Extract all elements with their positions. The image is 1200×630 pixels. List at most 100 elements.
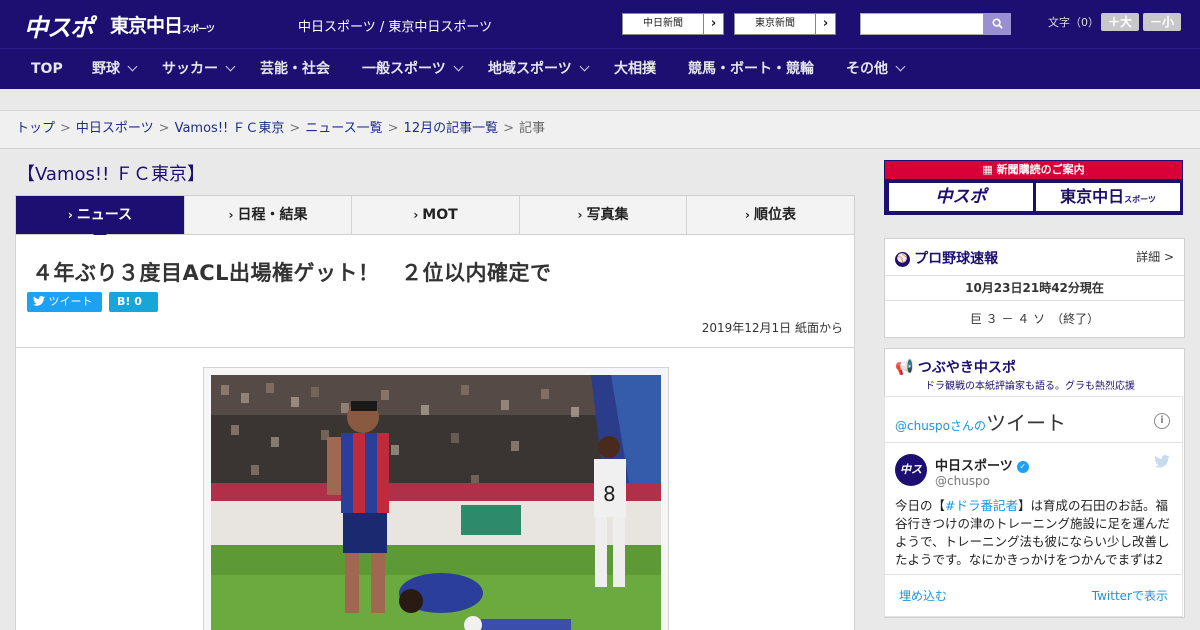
breadcrumb-separator: > [158,121,170,136]
tab-photos[interactable]: › 写真集 [520,196,687,234]
breadcrumb-chunichi-sports[interactable]: 中日スポーツ [76,121,154,136]
avatar[interactable]: 中ス [895,454,927,486]
twitter-timeline: @chuspoさんのツイート i 中ス 中日スポーツ ✓ @chuspo 今日の【… [884,396,1183,617]
breadcrumb-top[interactable]: トップ [16,121,55,136]
timeline-account[interactable]: @chuspo [895,419,950,433]
verified-icon: ✓ [1016,460,1029,473]
subscription-banner-title: ▦ 新聞購読のご案内 [885,161,1182,179]
baseball-game-score[interactable]: 巨 ３ － ４ ソ （終了） [885,310,1184,327]
embed-link[interactable]: 埋め込む [899,587,947,604]
font-larger-button[interactable]: ＋大 [1101,13,1139,31]
tsubuyaki-subtitle: ドラ観戦の本紙評論家も語る。グラも熱烈応援 [925,381,1135,392]
tsubuyaki-header: 📢 つぶやき中スポ [895,357,1016,377]
paper-link-label: 中日新聞 [643,18,683,29]
baseball-scores-box: ⚾ プロ野球速報 詳細 > 10月23日21時42分現在 巨 ３ － ４ ソ （… [884,238,1185,338]
nav-label: サッカー [162,61,218,77]
nav-item-others[interactable]: その他 [846,49,906,90]
baseball-update-time: 10月23日21時42分現在 [965,281,1104,295]
subscribe-tokyo-chunichi-button[interactable]: 東京中日スポーツ [1036,183,1180,211]
nav-label: 芸能・社会 [260,61,330,77]
hatena-bookmark-button[interactable]: B! 0 [109,292,158,312]
tokyo-shimbun-link[interactable]: 東京新聞 › [734,13,836,35]
baseball-icon: ⚾ [895,252,910,267]
breadcrumb-fc-tokyo[interactable]: Vamos!! ＦＣ東京 [175,121,285,136]
breadcrumb-current: 記事 [519,121,546,136]
breadcrumb-separator: > [60,121,71,136]
chevron-right-icon: › [67,208,73,222]
main-nav: TOP 野球 サッカー 芸能・社会 一般スポーツ 地域スポーツ 大相撲 競馬・ボ… [0,48,1200,89]
tweet-hashtag[interactable]: #ドラ番記者 [945,498,1018,513]
divider [885,275,1184,276]
tweet-button[interactable]: ツイート [27,292,102,312]
view-on-twitter-link[interactable]: Twitterで表示 [1092,587,1168,604]
site-names: 中日スポーツ / 東京中日スポーツ [298,20,493,35]
subscription-banner[interactable]: ▦ 新聞購読のご案内 中スポ 東京中日スポーツ [884,160,1183,215]
tweet-author-name[interactable]: 中日スポーツ ✓ [935,455,1029,474]
tokyo-chunichi-logo[interactable]: 東京中日スポーツ [110,11,215,38]
nav-label: その他 [846,61,888,77]
twitter-bird-icon[interactable] [1154,455,1170,472]
timeline-title: @chuspoさんのツイート [895,407,1066,436]
search-button[interactable] [983,13,1011,35]
site-header: 中スポ 東京中日スポーツ 中日スポーツ / 東京中日スポーツ 中日新聞 › 東京… [0,0,1200,48]
tab-label: 順位表 [753,207,796,223]
nav-item-regional-sports[interactable]: 地域スポーツ [488,49,590,90]
breadcrumb-separator: > [503,121,514,136]
search-icon [991,18,1003,29]
subscribe-chuspo-button[interactable]: 中スポ [889,183,1033,211]
tab-schedule[interactable]: › 日程・結果 [185,196,352,234]
article-photo[interactable]: 8 [211,375,661,630]
chevron-right-icon: › [228,208,234,222]
font-smaller-button[interactable]: －小 [1143,13,1181,31]
tab-standings[interactable]: › 順位表 [687,196,854,234]
nav-label: 大相撲 [614,61,656,77]
article-headline: ４年ぶり３度目ACL出場権ゲット！ ２位以内確定で [32,261,552,285]
chevron-right-icon: › [815,14,835,34]
chuspo-logo[interactable]: 中スポ [24,8,94,43]
nav-label: 地域スポーツ [488,61,572,77]
tab-label: 写真集 [586,207,629,223]
chevron-right-icon: › [703,14,723,34]
nav-label: 野球 [92,61,120,77]
chevron-right-icon: › [413,208,419,222]
tab-mot[interactable]: › MOT [352,196,520,234]
nav-item-top[interactable]: TOP [31,49,63,90]
baseball-header: ⚾ プロ野球速報 [895,248,998,268]
nav-item-baseball[interactable]: 野球 [92,49,138,90]
nav-label: TOP [31,61,63,77]
font-size-label: 文字（0） [1048,16,1099,29]
chevron-right-icon: › [577,208,583,222]
tab-label: MOT [422,207,458,223]
info-icon[interactable]: i [1154,413,1170,429]
article-photo-frame: 8 [203,367,669,630]
timeline-account-suffix: さんの [950,419,987,433]
tab-label: 日程・結果 [237,207,308,223]
banner-tokyo-text: 東京中日 [1060,187,1125,206]
tweet-text-pre: 今日の【 [895,498,946,513]
nav-item-soccer[interactable]: サッカー [162,49,236,90]
author-name-text: 中日スポーツ [935,459,1013,474]
nav-item-racing[interactable]: 競馬・ボート・競輪 [688,49,814,90]
tab-news[interactable]: › ニュース [16,196,185,240]
breadcrumb-december-list[interactable]: 12月の記事一覧 [404,121,499,136]
baseball-detail-link[interactable]: 詳細 > [1136,248,1174,265]
search-input[interactable] [860,13,984,35]
hatena-label: B! [117,295,131,308]
tokyo-logo-text: 東京中日 [110,15,183,37]
chevron-down-icon [453,61,464,72]
breadcrumb: トップ > 中日スポーツ > Vamos!! ＦＣ東京 > ニュース一覧 >12月の記事一覧 >… [0,111,1200,149]
newspaper-icon: ▦ [982,163,993,176]
nav-item-general-sports[interactable]: 一般スポーツ [362,49,464,90]
nav-item-sumo[interactable]: 大相撲 [614,49,656,90]
breadcrumb-news-list[interactable]: ニュース一覧 [305,121,382,136]
chunichi-shimbun-link[interactable]: 中日新聞 › [622,13,724,35]
nav-item-entertainment[interactable]: 芸能・社会 [260,49,330,90]
section-title: 【Vamos!! ＦＣ東京】 [17,164,206,185]
chevron-down-icon [579,61,590,72]
divider [885,300,1184,301]
tsubuyaki-title: つぶやき中スポ [917,360,1016,376]
tweet-author-handle[interactable]: @chuspo [935,474,990,488]
tokyo-logo-small: スポーツ [182,25,215,35]
tab-label: ニュース [76,207,133,223]
timeline-tweet-word: ツイート [986,411,1067,435]
